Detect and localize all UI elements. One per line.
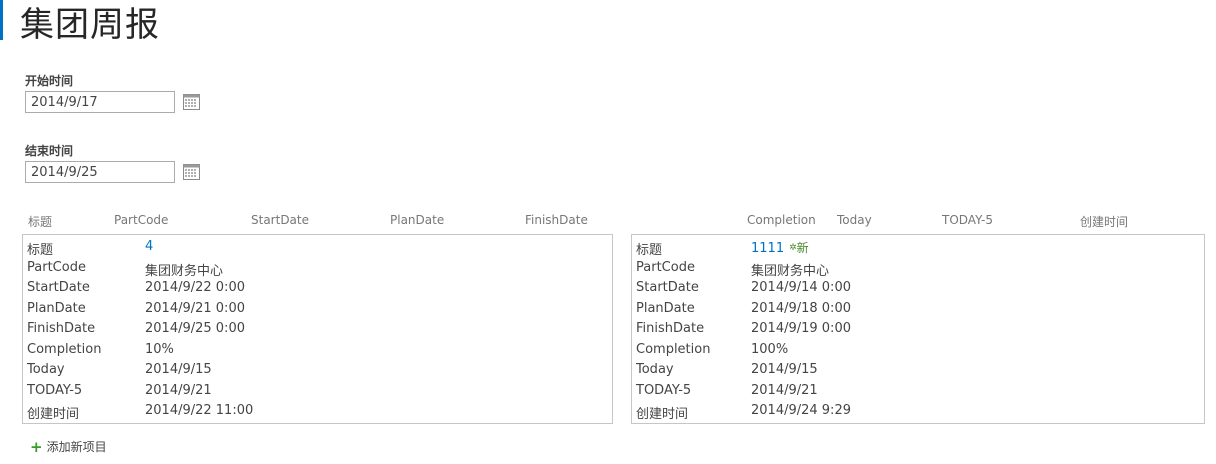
- field-label: FinishDate: [636, 321, 705, 336]
- field-label: Today: [27, 362, 65, 377]
- column-header-title[interactable]: 标题: [28, 213, 52, 230]
- column-header-startdate[interactable]: StartDate: [251, 213, 309, 227]
- today-value: 2014/9/15: [145, 362, 212, 377]
- new-badge: ✲新: [789, 241, 809, 255]
- field-label: TODAY-5: [27, 383, 83, 398]
- column-header-today[interactable]: Today: [837, 213, 872, 227]
- field-label: StartDate: [27, 280, 90, 295]
- field-label: 创建时间: [636, 407, 689, 422]
- finishdate-value: 2014/9/25 0:00: [145, 321, 245, 336]
- plandate-value: 2014/9/21 0:00: [145, 301, 245, 316]
- completion-value: 100%: [751, 342, 789, 357]
- calendar-icon[interactable]: [183, 164, 200, 180]
- add-new-item-label: 添加新项目: [46, 440, 107, 454]
- item-title-link[interactable]: 1111: [751, 241, 784, 256]
- partcode-value: 集团财务中心: [751, 264, 830, 279]
- column-header-plandate[interactable]: PlanDate: [390, 213, 444, 227]
- field-label: 创建时间: [27, 407, 80, 422]
- new-badge-label: 新: [796, 241, 809, 255]
- column-header-partcode[interactable]: PartCode: [114, 213, 168, 227]
- field-label: PlanDate: [27, 301, 86, 316]
- column-header-created[interactable]: 创建时间: [1080, 213, 1128, 230]
- startdate-value: 2014/9/22 0:00: [145, 280, 245, 295]
- created-value: 2014/9/24 9:29: [751, 403, 851, 418]
- today-5-value: 2014/9/21: [751, 383, 818, 398]
- page-title: 集团周报: [20, 5, 160, 45]
- column-header-today-5[interactable]: TODAY-5: [942, 213, 993, 227]
- finishdate-value: 2014/9/19 0:00: [751, 321, 851, 336]
- item-title-link[interactable]: 4: [145, 239, 153, 254]
- start-date-label: 开始时间: [25, 74, 74, 88]
- field-label: PlanDate: [636, 301, 695, 316]
- field-label: PartCode: [636, 260, 695, 275]
- field-label: Completion: [636, 342, 711, 357]
- today-value: 2014/9/15: [751, 362, 818, 377]
- field-label: 标题: [636, 243, 663, 258]
- item-title-cell: 1111 ✲新: [751, 239, 809, 256]
- created-value: 2014/9/22 11:00: [145, 403, 254, 418]
- field-label: Today: [636, 362, 674, 377]
- column-header-completion[interactable]: Completion: [747, 213, 816, 227]
- field-label: TODAY-5: [636, 383, 692, 398]
- completion-value: 10%: [145, 342, 174, 357]
- accent-bar: [0, 0, 3, 40]
- partcode-value: 集团财务中心: [145, 264, 224, 279]
- field-label: FinishDate: [27, 321, 96, 336]
- star-icon: ✲: [789, 243, 797, 253]
- calendar-icon[interactable]: [183, 94, 200, 110]
- end-date-label: 结束时间: [25, 144, 74, 158]
- field-label: Completion: [27, 342, 102, 357]
- add-new-item-link[interactable]: + 添加新项目: [30, 438, 107, 455]
- plandate-value: 2014/9/18 0:00: [751, 301, 851, 316]
- today-5-value: 2014/9/21: [145, 383, 212, 398]
- field-label: StartDate: [636, 280, 699, 295]
- item-card[interactable]: 标题 PartCode StartDate PlanDate FinishDat…: [22, 234, 613, 424]
- item-card[interactable]: 标题 PartCode StartDate PlanDate FinishDat…: [631, 234, 1205, 424]
- column-header-finishdate[interactable]: FinishDate: [525, 213, 588, 227]
- plus-icon: +: [30, 437, 43, 456]
- end-date-input[interactable]: [25, 161, 175, 183]
- start-date-input[interactable]: [25, 91, 175, 113]
- startdate-value: 2014/9/14 0:00: [751, 280, 851, 295]
- field-label: 标题: [27, 243, 54, 258]
- field-label: PartCode: [27, 260, 86, 275]
